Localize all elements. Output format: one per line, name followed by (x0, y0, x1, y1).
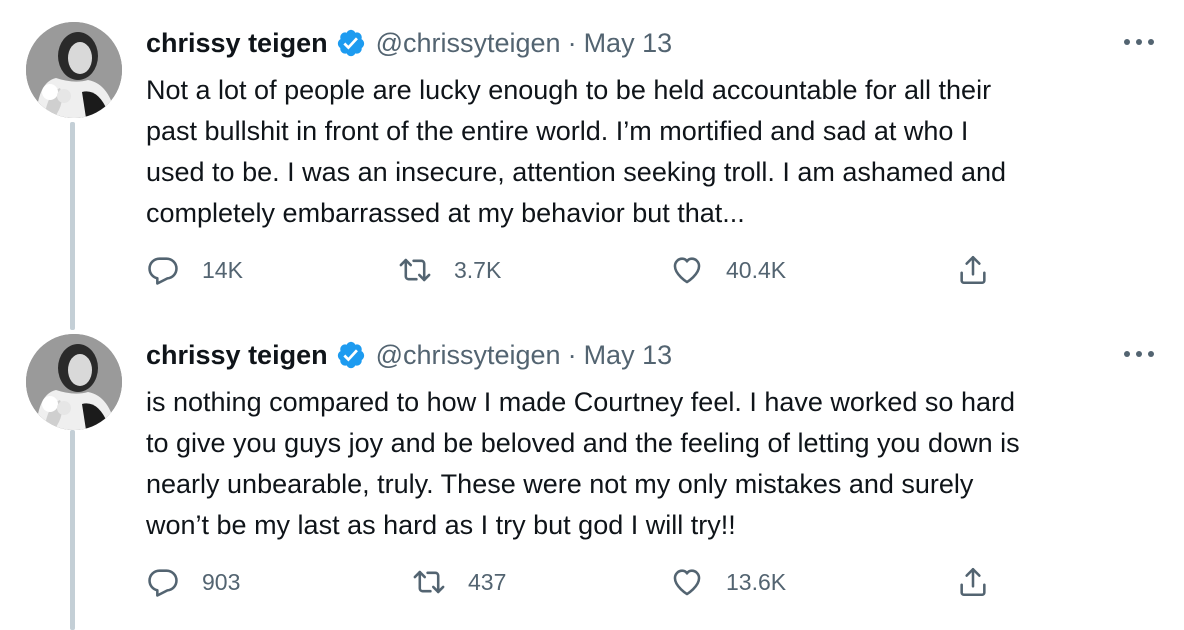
like-button[interactable]: 40.4K (670, 250, 786, 290)
share-button[interactable] (956, 562, 990, 602)
avatar[interactable] (26, 334, 122, 430)
tweet[interactable]: chrissy teigen @chrissyteigen · May 13 i… (0, 334, 1184, 630)
reply-button[interactable]: 903 (146, 562, 240, 602)
heart-icon (673, 257, 701, 284)
tweet-date[interactable]: May 13 (584, 340, 673, 371)
author-name[interactable]: chrissy teigen (146, 340, 328, 371)
like-button[interactable]: 13.6K (670, 562, 786, 602)
more-icon[interactable] (1124, 342, 1154, 366)
author-handle[interactable]: @chrissyteigen (376, 28, 561, 59)
reply-button[interactable]: 14K (146, 250, 243, 290)
share-icon (960, 255, 986, 285)
retweet-icon (413, 570, 445, 594)
like-count: 13.6K (726, 568, 787, 595)
verified-badge-icon (336, 340, 366, 370)
reply-count: 903 (202, 568, 241, 595)
author-handle[interactable]: @chrissyteigen (376, 340, 561, 371)
separator: · (567, 27, 577, 58)
tweet-date[interactable]: May 13 (584, 28, 673, 59)
author-name[interactable]: chrissy teigen (146, 28, 328, 59)
tweet-header: chrissy teigen @chrissyteigen · May 13 (146, 338, 672, 372)
tweet-header: chrissy teigen @chrissyteigen · May 13 (146, 26, 672, 60)
tweet[interactable]: chrissy teigen @chrissyteigen · May 13 N… (0, 22, 1184, 322)
reply-icon (148, 569, 178, 597)
reply-count: 14K (202, 256, 243, 283)
retweet-button[interactable]: 3.7K (398, 250, 501, 290)
avatar[interactable] (26, 22, 122, 118)
retweet-button[interactable]: 437 (412, 562, 506, 602)
share-button[interactable] (956, 250, 990, 290)
heart-icon (673, 569, 701, 596)
retweet-count: 3.7K (454, 256, 502, 283)
tweet-actions: 903 437 13.6K (146, 562, 1026, 602)
reply-icon (148, 257, 178, 285)
tweet-text: Not a lot of people are lucky enough to … (146, 75, 1007, 228)
separator: · (567, 339, 577, 370)
share-icon (960, 567, 986, 597)
retweet-count: 437 (468, 568, 507, 595)
tweet-actions: 14K 3.7K 40.4K (146, 250, 1026, 290)
verified-badge-icon (336, 28, 366, 58)
retweet-icon (399, 258, 431, 282)
more-icon[interactable] (1124, 30, 1154, 54)
like-count: 40.4K (726, 256, 787, 283)
tweet-text: is nothing compared to how I made Courtn… (146, 387, 1020, 540)
